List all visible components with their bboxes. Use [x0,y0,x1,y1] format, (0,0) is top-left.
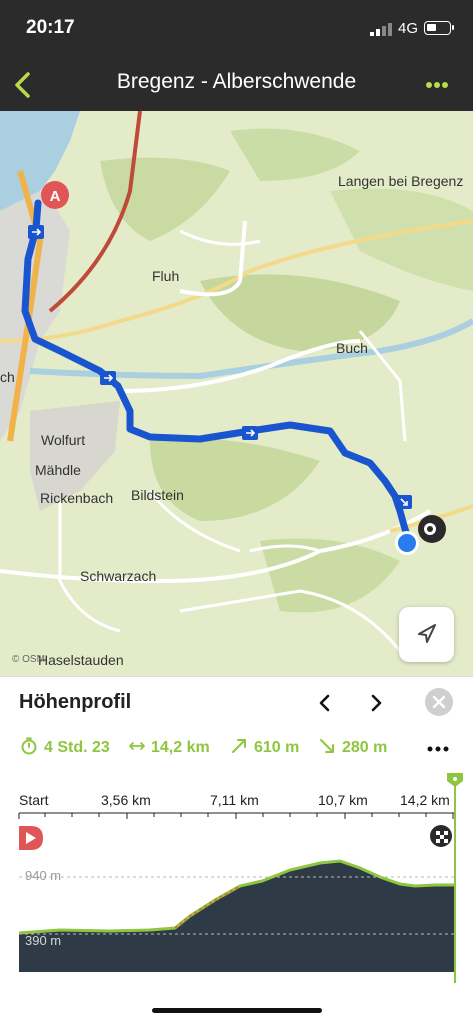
home-indicator[interactable] [152,1008,322,1013]
distance-icon [129,742,145,750]
status-time: 20:17 [26,17,75,38]
close-button[interactable] [425,688,453,716]
map-canvas: A [0,111,473,652]
network-type: 4G [398,20,419,37]
navigation-arrow-icon [418,624,436,643]
map-label-mahdle: Mähdle [35,462,81,478]
close-icon [432,695,446,709]
nav-bar: Bregenz - Alberschwende [0,60,473,111]
elevation-panel: Höhenprofil 4 Std. 23 14,2 km 610 m 280 … [0,676,473,1024]
elevation-min-label: 390 m [25,933,61,948]
map-label-bildstein: Bildstein [131,487,184,503]
map-label-haselstauden: Haselstauden [38,652,124,668]
status-bar: 20:17 4G [0,0,473,60]
stat-descent: 280 m [342,739,388,756]
ellipsis-icon[interactable] [426,741,450,757]
route-stats: 4 Std. 23 14,2 km 610 m 280 m [0,737,473,763]
ascent-icon [232,739,246,753]
map-label-fluh: Fluh [152,268,180,284]
stat-duration: 4 Std. 23 [44,739,110,756]
ellipsis-icon[interactable] [420,70,454,100]
signal-icon [370,23,392,36]
start-marker-label: A [50,188,61,205]
descent-icon [320,739,334,753]
finish-marker[interactable] [418,515,446,543]
page-title: Bregenz - Alberschwende [116,70,357,93]
elevation-max-label: 940 m [25,868,61,883]
map-label-langen: Langen bei Bregenz [338,173,464,189]
battery-icon [424,21,454,35]
stat-distance: 14,2 km [151,739,210,756]
timer-icon [21,737,37,755]
chevron-left-icon[interactable] [314,691,336,715]
map-label-buch: Buch [336,340,368,356]
locate-button[interactable] [399,607,454,662]
elevation-chart: 940 m 390 m [18,773,463,983]
current-location-icon [395,531,419,555]
map-label-ch: ch [0,369,15,385]
map-view[interactable]: A Langen bei Bregenz Fluh Buch ch Wolfur… [0,111,473,676]
panel-title: Höhenprofil [19,691,132,713]
start-marker[interactable]: A [41,181,69,209]
map-label-schwarzach: Schwarzach [80,568,157,584]
start-flag-icon [19,826,43,850]
map-attribution: © OSM [12,654,45,665]
chevron-right-icon[interactable] [365,691,387,715]
map-label-rickenbach: Rickenbach [40,490,114,506]
stat-ascent: 610 m [254,739,300,756]
elevation-profile[interactable]: Start 3,56 km 7,11 km 10,7 km 14,2 km 94… [0,773,473,993]
map-label-wolfurt: Wolfurt [41,432,86,448]
finish-flag-icon [430,825,452,847]
